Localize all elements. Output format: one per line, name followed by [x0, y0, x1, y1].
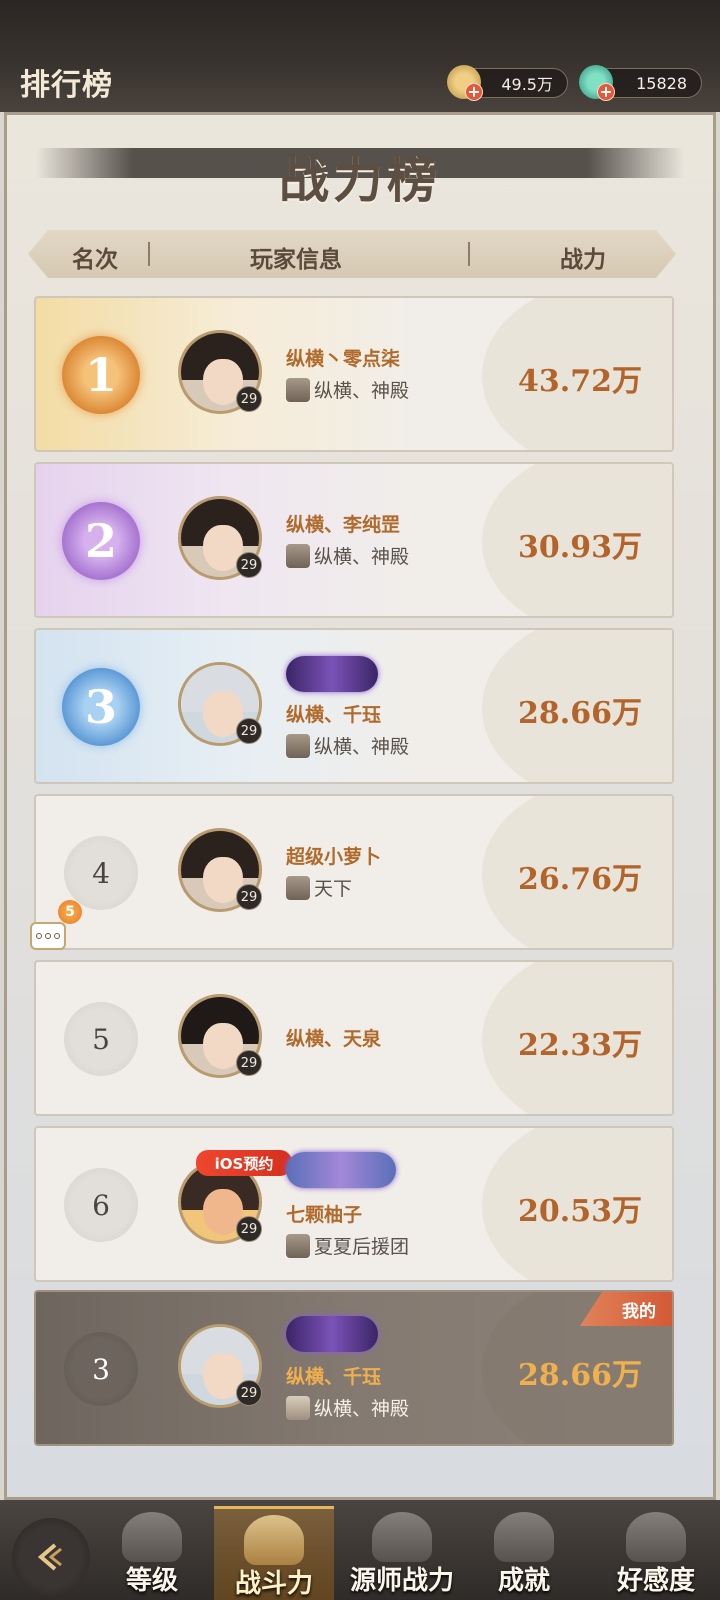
power-value: 20.53万: [518, 1194, 642, 1229]
bottom-nav: 等级 战斗力 源师战力 成就 好感度: [0, 1500, 720, 1600]
rank-number: 5: [64, 1002, 138, 1076]
level-badge: 29: [236, 1380, 262, 1406]
level-badge: 29: [236, 718, 262, 744]
power-value: 22.33万: [518, 1028, 642, 1063]
add-coin-icon[interactable]: +: [465, 83, 483, 101]
tab-label: 等级: [125, 1566, 178, 1596]
player-name: 七颗柚子: [286, 1204, 363, 1226]
guild-name: 夏夏后援团: [314, 1236, 410, 1258]
tab-label: 战斗力: [234, 1569, 313, 1599]
back-arrow-icon: [37, 1543, 62, 1571]
level-badge: 29: [236, 552, 262, 578]
tab-battle-power[interactable]: 战斗力: [214, 1506, 334, 1600]
guild-info: 纵横、神殿: [286, 732, 409, 759]
tab-label: 源师战力: [349, 1566, 454, 1596]
header-divider: [468, 242, 470, 266]
coin-counter[interactable]: + 49.5万: [447, 65, 568, 101]
power-value: 28.66万: [518, 1358, 642, 1393]
col-rank-label: 名次: [72, 246, 118, 273]
title-badge-icon: [286, 1316, 378, 1352]
guild-name: 纵横、神殿: [314, 380, 410, 402]
coin-amount: 49.5万: [501, 75, 553, 94]
col-power-label: 战力: [560, 246, 606, 273]
add-gem-icon[interactable]: +: [597, 83, 615, 101]
power-value: 26.76万: [518, 862, 642, 897]
gem-counter[interactable]: + 15828: [579, 65, 702, 101]
guild-info: 夏夏后援团: [286, 1232, 409, 1259]
chat-bubble-icon[interactable]: [30, 922, 66, 950]
tab-label: 好感度: [616, 1566, 695, 1596]
guild-name: 纵横、神殿: [314, 1398, 410, 1420]
level-badge: 29: [236, 386, 262, 412]
guild-icon: [286, 377, 310, 402]
rank-number: 3: [64, 1332, 138, 1406]
tab-master-power[interactable]: 源师战力: [342, 1506, 462, 1600]
guild-info: 纵横、神殿: [286, 376, 409, 403]
player-name: 纵横、李纯罡: [286, 514, 401, 536]
title-badge-icon: [286, 1152, 396, 1188]
rank-medal-purple: 2: [62, 502, 140, 580]
guild-icon: [286, 543, 310, 568]
my-rank-row[interactable]: 我的 3 29 纵横、千珏 纵横、神殿 28.66万: [34, 1290, 674, 1446]
level-badge: 29: [236, 1216, 262, 1242]
affection-icon: [626, 1512, 686, 1562]
column-header: 名次 玩家信息 战力: [28, 230, 676, 278]
tab-achievement[interactable]: 成就: [464, 1506, 584, 1600]
power-value: 43.72万: [518, 364, 642, 399]
guild-info: 纵横、神殿: [286, 542, 409, 569]
level-icon: [122, 1512, 182, 1562]
title-badge-icon: [286, 656, 378, 692]
level-badge: 29: [236, 1050, 262, 1076]
rank-number: 4: [64, 836, 138, 910]
tab-level[interactable]: 等级: [92, 1506, 212, 1600]
guild-icon: [286, 875, 310, 900]
player-name: 纵横、千珏: [286, 1366, 382, 1388]
rank-medal-blue: 3: [62, 668, 140, 746]
player-name: 纵横丶零点柒: [286, 348, 401, 370]
table-row[interactable]: 1 29 纵横丶零点柒 纵横、神殿 43.72万: [34, 296, 674, 452]
player-name: 纵横、千珏: [286, 704, 382, 726]
top-bar: 排行榜 + 49.5万 + 15828: [0, 0, 720, 112]
master-icon: [372, 1512, 432, 1562]
header-divider: [148, 242, 150, 266]
guild-info: 纵横、神殿: [286, 1394, 409, 1421]
crossed-swords-icon: [244, 1515, 304, 1565]
power-value: 28.66万: [518, 696, 642, 731]
ios-reserve-tag: iOS预约: [196, 1150, 292, 1176]
power-value: 30.93万: [518, 530, 642, 565]
gem-amount: 15828: [636, 73, 687, 93]
guild-icon: [286, 1395, 310, 1420]
table-row[interactable]: 5 29 纵横、天泉 22.33万: [34, 960, 674, 1116]
guild-name: 纵横、神殿: [314, 736, 410, 758]
player-name: 纵横、天泉: [286, 1028, 382, 1050]
rank-number: 6: [64, 1168, 138, 1242]
achievement-icon: [494, 1512, 554, 1562]
player-name: 超级小萝卜: [286, 846, 382, 868]
guild-icon: [286, 1233, 310, 1258]
guild-name: 天下: [314, 878, 353, 900]
board-title: 战力榜: [279, 150, 441, 209]
table-row[interactable]: 2 29 纵横、李纯罡 纵横、神殿 30.93万: [34, 462, 674, 618]
tab-label: 成就: [497, 1566, 550, 1596]
page-title: 排行榜: [20, 68, 113, 103]
guild-name: 纵横、神殿: [314, 546, 410, 568]
chat-count-badge: 5: [58, 900, 82, 924]
col-player-label: 玩家信息: [250, 246, 342, 273]
rank-medal-gold: 1: [62, 336, 140, 414]
tab-affection[interactable]: 好感度: [596, 1506, 716, 1600]
level-badge: 29: [236, 884, 262, 910]
table-row[interactable]: 4 29 超级小萝卜 天下 26.76万: [34, 794, 674, 950]
table-row[interactable]: 6 iOS预约 29 七颗柚子 夏夏后援团 20.53万: [34, 1126, 674, 1282]
table-row[interactable]: 3 29 纵横、千珏 纵横、神殿 28.66万: [34, 628, 674, 784]
guild-info: 天下: [286, 874, 352, 901]
back-button[interactable]: [12, 1518, 90, 1596]
guild-icon: [286, 733, 310, 758]
